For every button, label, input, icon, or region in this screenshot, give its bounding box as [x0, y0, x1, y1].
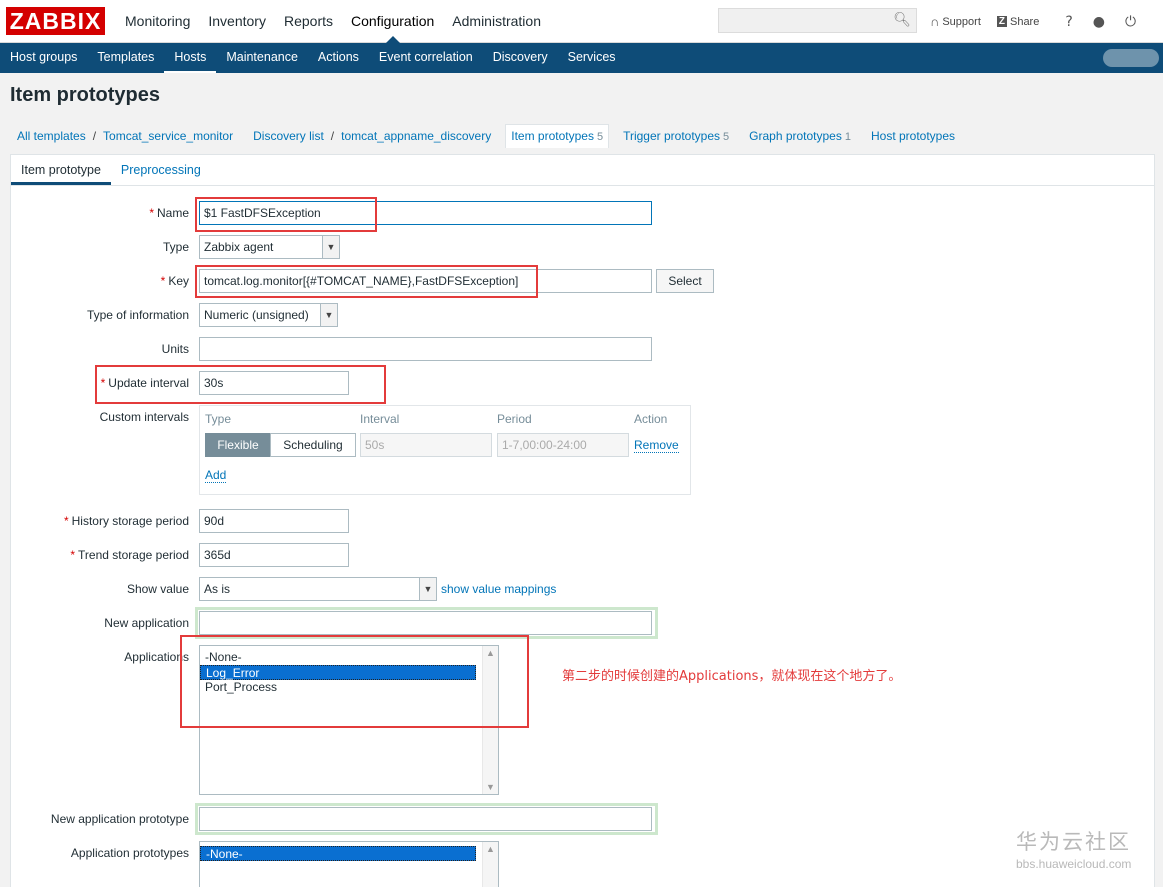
annotation-highlight-key — [195, 265, 538, 298]
app-prototypes-option-selected[interactable]: -None- — [200, 846, 476, 861]
subnav-discovery[interactable]: Discovery — [483, 43, 558, 73]
app-prototypes-listbox[interactable]: -None- ▲ — [199, 841, 499, 887]
show-value-select[interactable]: As is ▼ — [199, 577, 437, 601]
form-tabs: Item prototype Preprocessing — [11, 155, 1154, 186]
type-of-information-select[interactable]: Numeric (unsigned) ▼ — [199, 303, 338, 327]
trend-storage-label: * Trend storage period — [70, 548, 189, 562]
page-title: Item prototypes — [10, 84, 161, 106]
type-of-information-label: Type of information — [86, 308, 189, 322]
graph-prototypes-count: 1 — [844, 130, 851, 143]
help-icon[interactable]: ? — [1065, 14, 1072, 30]
subnav-hosts[interactable]: Hosts — [164, 43, 217, 73]
global-search-input[interactable]: 🔍︎ — [718, 8, 917, 33]
units-label: Units — [161, 342, 189, 356]
ci-interval-field[interactable]: 50s — [360, 433, 492, 457]
breadcrumb-host-prototypes[interactable]: Host prototypes — [865, 125, 961, 147]
main-menu: Monitoring Inventory Reports Configurati… — [116, 0, 550, 43]
trigger-prototypes-count: 5 — [723, 130, 730, 143]
ci-scheduling-toggle[interactable]: Scheduling — [270, 433, 356, 457]
item-prototypes-count: 5 — [596, 131, 604, 143]
key-select-button[interactable]: Select — [656, 269, 714, 293]
name-label: * Name — [149, 206, 189, 220]
user-profile-icon[interactable]: ● — [1093, 14, 1105, 30]
ci-header-period: Period — [497, 412, 532, 426]
menu-reports[interactable]: Reports — [275, 0, 342, 43]
zabbix-logo[interactable]: ZABBIX — [6, 7, 105, 35]
subnav-event-correlation[interactable]: Event correlation — [369, 43, 483, 73]
ci-remove-link[interactable]: Remove — [634, 438, 679, 453]
new-app-prototype-label: New application prototype — [50, 812, 189, 826]
ci-header-action: Action — [634, 412, 668, 426]
sign-out-icon[interactable]: ⏻ — [1125, 14, 1136, 30]
subnav-services[interactable]: Services — [558, 43, 626, 73]
type-select[interactable]: Zabbix agent ▼ — [199, 235, 340, 259]
key-label: * Key — [160, 274, 189, 288]
new-app-prototype-field[interactable] — [199, 807, 652, 831]
breadcrumb-graph-prototypes[interactable]: Graph prototypes 1 — [743, 125, 857, 148]
ci-flexible-toggle[interactable]: Flexible — [205, 433, 271, 457]
annotation-highlight-name — [195, 197, 377, 232]
subnav-maintenance[interactable]: Maintenance — [216, 43, 308, 73]
share-link[interactable]: Z Share — [996, 16, 1039, 28]
annotation-highlight-applications — [180, 635, 529, 728]
menu-inventory[interactable]: Inventory — [199, 0, 275, 43]
blurred-region — [1103, 49, 1159, 67]
tab-item-prototype[interactable]: Item prototype — [11, 155, 111, 185]
ci-header-interval: Interval — [360, 412, 400, 426]
item-prototype-form: Item prototype Preprocessing * Name $1 Fa… — [10, 154, 1155, 887]
annotation-note: 第二步的时候创建的Applications，就体现在这个地方了。 — [562, 669, 902, 684]
new-application-field[interactable] — [199, 611, 652, 635]
breadcrumb-discovery-list[interactable]: Discovery list — [247, 125, 330, 147]
configuration-subnav: Host groups Templates Hosts Maintenance … — [0, 43, 1163, 73]
history-storage-label: * History storage period — [63, 514, 189, 528]
listbox-scrollbar[interactable]: ▲ — [482, 842, 498, 887]
chevron-down-icon: ▼ — [322, 236, 339, 258]
ci-period-field[interactable]: 1-7,00:00-24:00 — [497, 433, 629, 457]
ci-header-type: Type — [205, 412, 232, 426]
history-storage-field[interactable]: 90d — [199, 509, 349, 533]
units-field[interactable] — [199, 337, 652, 361]
breadcrumb-template[interactable]: Tomcat_service_monitor — [97, 125, 239, 147]
menu-administration[interactable]: Administration — [443, 0, 550, 43]
chevron-down-icon: ▼ — [419, 578, 436, 600]
search-icon[interactable]: 🔍︎ — [893, 12, 911, 28]
show-value-mappings-link[interactable]: show value mappings — [441, 582, 556, 596]
annotation-highlight-update-interval — [95, 365, 386, 404]
type-label: Type — [162, 240, 189, 254]
huaweicloud-watermark: 华为云社区 bbs.huaweicloud.com — [1016, 830, 1132, 871]
scroll-up-icon[interactable]: ▲ — [486, 844, 495, 854]
tab-preprocessing[interactable]: Preprocessing — [111, 155, 211, 185]
header-utilities: ∩ Support Z Share ? ● ⏻ — [930, 0, 1146, 43]
ci-add-link[interactable]: Add — [205, 468, 227, 483]
breadcrumb: All templates / Tomcat_service_monitor D… — [11, 124, 961, 148]
new-application-label: New application — [104, 616, 189, 630]
breadcrumb-trigger-prototypes[interactable]: Trigger prototypes 5 — [617, 125, 735, 148]
subnav-templates[interactable]: Templates — [87, 43, 164, 73]
scroll-down-icon[interactable]: ▼ — [486, 782, 495, 792]
top-header: ZABBIX Monitoring Inventory Reports Conf… — [0, 0, 1163, 43]
subnav-host-groups[interactable]: Host groups — [0, 43, 87, 73]
menu-monitoring[interactable]: Monitoring — [116, 0, 199, 43]
trend-storage-field[interactable]: 365d — [199, 543, 349, 567]
subnav-actions[interactable]: Actions — [308, 43, 369, 73]
chevron-down-icon: ▼ — [320, 304, 337, 326]
support-link[interactable]: ∩ Support — [930, 14, 981, 29]
headset-icon: ∩ — [930, 14, 940, 29]
applications-label: Applications — [124, 650, 189, 664]
breadcrumb-item-prototypes[interactable]: Item prototypes 5 — [505, 124, 610, 148]
share-z-icon: Z — [996, 16, 1007, 27]
breadcrumb-discovery-rule[interactable]: tomcat_appname_discovery — [335, 125, 497, 147]
menu-configuration[interactable]: Configuration — [342, 0, 443, 43]
app-prototypes-label: Application prototypes — [70, 846, 189, 860]
show-value-label: Show value — [126, 582, 189, 596]
breadcrumb-all-templates[interactable]: All templates — [11, 125, 92, 147]
custom-intervals-label: Custom intervals — [99, 410, 189, 424]
